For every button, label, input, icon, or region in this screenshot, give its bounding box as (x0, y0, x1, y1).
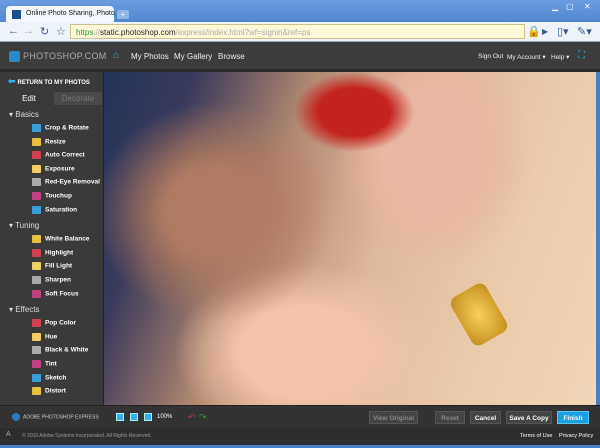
address-toolbar: ← → ↻ ☆ https://static.photoshop.com/exp… (0, 22, 600, 42)
back-arrow-icon: ⬅ (8, 76, 16, 86)
redo-icon[interactable]: ↷ (199, 412, 207, 423)
adobe-logo-icon: A (6, 431, 11, 438)
hue-icon (32, 332, 41, 341)
express-logo-icon (12, 413, 20, 421)
wrench-icon[interactable]: ✎▾ (577, 25, 592, 38)
auto-correct-icon (32, 151, 41, 160)
zoom-level: 100% (157, 414, 173, 420)
my-account-menu[interactable]: My Account ▾ (507, 53, 546, 61)
tool-fill-light[interactable]: Fill Light (32, 262, 72, 271)
section-basics[interactable]: ▾ Basics (9, 110, 39, 119)
nav-my-gallery[interactable]: My Gallery (174, 52, 212, 61)
nav-browse[interactable]: Browse (218, 52, 245, 61)
new-tab-button[interactable]: + (117, 10, 129, 19)
tool-pop-color[interactable]: Pop Color (32, 319, 76, 328)
home-icon[interactable]: ⌂ (113, 50, 119, 61)
tool-sharpen[interactable]: Sharpen (32, 276, 71, 284)
tab-edit[interactable]: Edit (6, 92, 52, 105)
exposure-icon (32, 164, 41, 173)
minimize-icon[interactable]: ▁ (552, 2, 558, 11)
cancel-button[interactable]: Cancel (470, 411, 501, 424)
url-input[interactable]: https://static.photoshop.com/express/ind… (70, 24, 525, 39)
red-eye-removal-icon (32, 178, 41, 187)
crop-rotate-icon (32, 124, 41, 132)
forward-icon[interactable]: → (23, 25, 34, 37)
tool-saturation[interactable]: Saturation (32, 205, 77, 214)
saturation-icon (32, 205, 41, 214)
highlight-icon (32, 248, 41, 257)
reload-icon[interactable]: ↻ (40, 25, 49, 38)
view-original-button[interactable]: View Original (369, 411, 418, 424)
privacy-link[interactable]: Privacy Policy (559, 433, 593, 439)
terms-link[interactable]: Terms of Use (520, 433, 552, 439)
lock-icon: 🔒 (527, 26, 541, 38)
section-effects[interactable]: ▾ Effects (9, 305, 40, 314)
photo-canvas[interactable] (104, 72, 596, 405)
zoom-actual-icon[interactable] (130, 413, 138, 421)
star-icon[interactable]: ☆ (56, 25, 66, 38)
maximize-icon[interactable]: ▢ (566, 2, 574, 11)
bottom-toolbar: ADOBE PHOTOSHOP EXPRESS 100% ↶ ↷ View Or… (0, 405, 600, 428)
fullscreen-icon[interactable]: ⛶ (578, 50, 585, 61)
tool-crop-rotate[interactable]: Crop & Rotate (32, 124, 89, 132)
tool-tint[interactable]: Tint (32, 360, 57, 368)
tool-hue[interactable]: Hue (32, 332, 57, 341)
resize-icon (32, 137, 41, 146)
tab-decorate[interactable]: Decorate (54, 92, 102, 105)
finish-button[interactable]: Finish (557, 411, 589, 424)
tool-red-eye-removal[interactable]: Red-Eye Removal (32, 178, 100, 187)
tool-white-balance[interactable]: White Balance (32, 235, 89, 244)
black-white-icon (32, 346, 41, 355)
help-menu[interactable]: Help ▾ (551, 53, 569, 61)
app-header: PHOTOSHOP.COM ⌂ My Photos My Gallery Bro… (0, 42, 600, 72)
pop-color-icon (32, 319, 41, 328)
distort-icon (32, 387, 41, 396)
tool-distort[interactable]: Distort (32, 387, 66, 396)
tool-touchup[interactable]: Touchup (32, 192, 72, 200)
close-tab-icon[interactable]: × (106, 10, 110, 17)
return-to-my-photos-button[interactable]: ⬅ RETURN TO MY PHOTOS (8, 76, 90, 87)
sharpen-icon (32, 276, 41, 284)
favicon-icon (12, 10, 21, 19)
tint-icon (32, 360, 41, 368)
undo-icon[interactable]: ↶ (188, 412, 196, 423)
zoom-in-icon[interactable] (144, 413, 152, 421)
copyright-text: © 2010 Adobe Systems Incorporated. All R… (22, 433, 152, 439)
sketch-icon (32, 373, 41, 382)
section-tuning[interactable]: ▾ Tuning (9, 221, 39, 230)
page-menu-icon[interactable]: ▯▾ (557, 25, 569, 38)
zoom-fit-icon[interactable] (116, 413, 124, 421)
browser-titlebar: Online Photo Sharing, Photo... × + ▁ ▢ ✕ (0, 0, 600, 23)
footer: A © 2010 Adobe Systems Incorporated. All… (0, 428, 600, 445)
tool-resize[interactable]: Resize (32, 137, 66, 146)
play-icon[interactable]: ▶ (542, 27, 548, 36)
tool-sketch[interactable]: Sketch (32, 373, 66, 382)
tool-soft-focus[interactable]: Soft Focus (32, 289, 79, 298)
browser-tab[interactable]: Online Photo Sharing, Photo... × (6, 6, 121, 23)
photoshop-logo[interactable]: PHOTOSHOP.COM (9, 51, 107, 63)
tool-exposure[interactable]: Exposure (32, 164, 75, 173)
soft-focus-icon (32, 289, 41, 298)
tool-black-white[interactable]: Black & White (32, 346, 88, 355)
editor-sidebar: ⬅ RETURN TO MY PHOTOS Edit Decorate ▾ Bas… (0, 72, 104, 405)
photo-pendant (447, 280, 511, 349)
close-window-icon[interactable]: ✕ (584, 2, 591, 11)
tool-auto-correct[interactable]: Auto Correct (32, 151, 85, 160)
fill-light-icon (32, 262, 41, 271)
logo-icon (9, 51, 20, 63)
back-icon[interactable]: ← (8, 25, 19, 37)
nav-my-photos[interactable]: My Photos (131, 52, 169, 61)
tool-highlight[interactable]: Highlight (32, 248, 73, 257)
save-a-copy-button[interactable]: Save A Copy (506, 411, 552, 424)
sign-out-link[interactable]: Sign Out (478, 53, 503, 60)
touchup-icon (32, 192, 41, 200)
reset-button[interactable]: Reset (435, 411, 465, 424)
product-name: ADOBE PHOTOSHOP EXPRESS (12, 413, 99, 421)
white-balance-icon (32, 235, 41, 244)
